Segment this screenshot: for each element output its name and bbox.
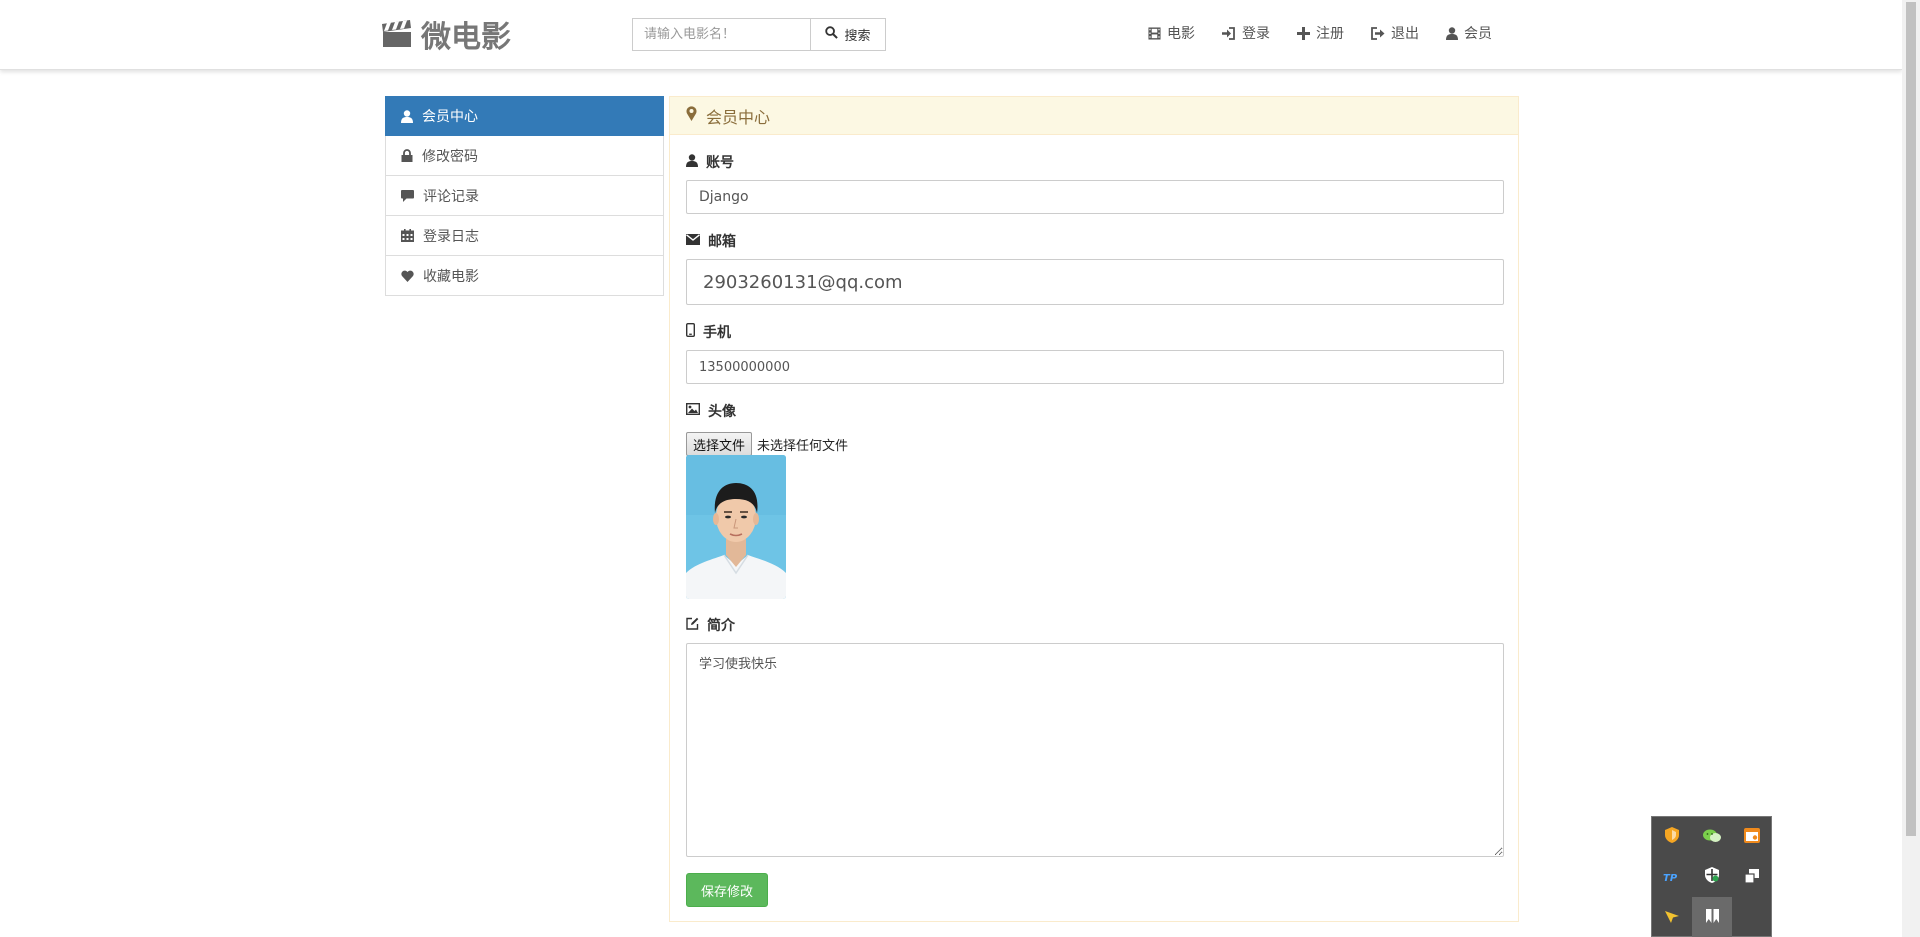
tp-link-icon: TP xyxy=(1663,868,1681,887)
tray-item[interactable] xyxy=(1732,817,1772,857)
login-icon xyxy=(1222,26,1236,40)
clapperboard-icon xyxy=(381,20,413,48)
sidebar-item-label: 会员中心 xyxy=(422,109,478,125)
tray-item[interactable] xyxy=(1692,857,1732,897)
search-input[interactable] xyxy=(632,18,810,51)
sidebar-item-comments[interactable]: 评论记录 xyxy=(385,176,664,216)
calendar-app-icon xyxy=(1744,827,1760,847)
tray-item[interactable] xyxy=(1652,817,1692,857)
mobile-phone-icon xyxy=(685,322,695,341)
film-icon xyxy=(1148,26,1161,40)
save-button[interactable]: 保存修改 xyxy=(686,873,768,907)
nav-links: 电影 登录 注册 退出 会员 xyxy=(1148,23,1492,43)
nav-link-movies-label: 电影 xyxy=(1167,26,1195,42)
picture-icon xyxy=(685,402,701,419)
shield-security-icon xyxy=(1665,827,1679,847)
sidebar-item-label: 修改密码 xyxy=(422,148,478,165)
tray-item[interactable]: TP xyxy=(1652,857,1692,897)
bio-label-text: 简介 xyxy=(707,618,735,634)
phone-label: 手机 xyxy=(685,322,731,342)
tray-item[interactable] xyxy=(1692,897,1732,937)
email-label: 邮箱 xyxy=(686,231,736,251)
account-label-text: 账号 xyxy=(706,155,734,171)
avatar-image xyxy=(686,455,786,599)
defender-shield-icon xyxy=(1705,867,1719,887)
top-navbar: 微电影 搜索 电影 登录 注册 xyxy=(0,0,1902,70)
envelope-icon xyxy=(686,233,700,249)
bookmark-app-icon xyxy=(1705,908,1719,927)
tray-item[interactable] xyxy=(1692,817,1732,857)
heart-icon xyxy=(401,270,414,282)
choose-file-button[interactable]: 选择文件 xyxy=(686,432,753,456)
sidebar-item-label: 评论记录 xyxy=(423,188,479,205)
system-tray-overflow: TP xyxy=(1651,816,1772,937)
bio-textarea[interactable]: 学习使我快乐 xyxy=(686,643,1504,857)
nav-link-logout-label: 退出 xyxy=(1391,26,1419,42)
nav-link-register[interactable]: 注册 xyxy=(1297,23,1344,43)
nav-link-login[interactable]: 登录 xyxy=(1222,23,1270,43)
avatar-label-text: 头像 xyxy=(708,404,736,420)
scrollbar-thumb[interactable] xyxy=(1906,2,1916,836)
windows-copy-icon xyxy=(1744,868,1759,887)
svg-text:TP: TP xyxy=(1663,873,1678,883)
page-scrollbar[interactable] xyxy=(1902,0,1920,937)
nav-link-movies[interactable]: 电影 xyxy=(1148,23,1195,43)
calendar-icon xyxy=(401,229,414,242)
nav-link-logout[interactable]: 退出 xyxy=(1371,23,1419,43)
nav-link-register-label: 注册 xyxy=(1316,26,1344,42)
member-sidebar: 会员中心 修改密码 评论记录 登录日志 收藏电影 xyxy=(385,96,664,296)
plus-icon xyxy=(1297,26,1310,40)
sidebar-item-favorites[interactable]: 收藏电影 xyxy=(385,256,664,296)
user-icon xyxy=(686,153,698,171)
bio-label: 简介 xyxy=(686,615,735,635)
user-icon xyxy=(401,109,413,123)
brand-name: 微电影 xyxy=(421,20,511,55)
tray-item[interactable] xyxy=(1652,897,1692,937)
search-icon xyxy=(825,26,839,43)
sidebar-item-change-password[interactable]: 修改密码 xyxy=(385,136,664,176)
wechat-icon xyxy=(1703,828,1721,847)
search-button[interactable]: 搜索 xyxy=(810,18,886,51)
nav-link-member-label: 会员 xyxy=(1464,26,1492,42)
sidebar-item-login-log[interactable]: 登录日志 xyxy=(385,216,664,256)
user-icon xyxy=(1446,26,1458,40)
avatar-file-input: 选择文件 未选择任何文件 xyxy=(686,432,848,456)
phone-field[interactable] xyxy=(686,350,1504,384)
phone-label-text: 手机 xyxy=(703,325,731,341)
nav-link-login-label: 登录 xyxy=(1242,26,1270,42)
sidebar-item-member-center[interactable]: 会员中心 xyxy=(385,96,664,136)
cursor-tool-icon xyxy=(1665,908,1679,927)
tray-item[interactable] xyxy=(1732,857,1772,897)
account-label: 账号 xyxy=(686,152,734,172)
account-field[interactable] xyxy=(686,180,1504,214)
nav-link-member[interactable]: 会员 xyxy=(1446,23,1492,43)
file-status-text: 未选择任何文件 xyxy=(757,438,849,454)
logout-icon xyxy=(1371,26,1385,40)
lock-icon xyxy=(401,149,413,162)
email-field[interactable] xyxy=(686,259,1504,305)
edit-icon xyxy=(686,617,699,634)
sidebar-item-label: 登录日志 xyxy=(423,228,479,245)
comment-icon xyxy=(401,189,414,202)
email-label-text: 邮箱 xyxy=(708,234,736,250)
search-form: 搜索 xyxy=(632,18,886,51)
member-info-panel: 会员中心 账号 邮箱 手机 头像 选择文件 未选择任何文件 xyxy=(669,96,1519,922)
panel-title: 会员中心 xyxy=(706,107,771,127)
map-marker-icon xyxy=(686,106,697,125)
search-button-label: 搜索 xyxy=(844,29,871,44)
brand-logo[interactable]: 微电影 xyxy=(381,14,511,55)
sidebar-item-label: 收藏电影 xyxy=(423,268,479,285)
panel-heading: 会员中心 xyxy=(670,97,1518,135)
avatar-label: 头像 xyxy=(685,401,736,421)
